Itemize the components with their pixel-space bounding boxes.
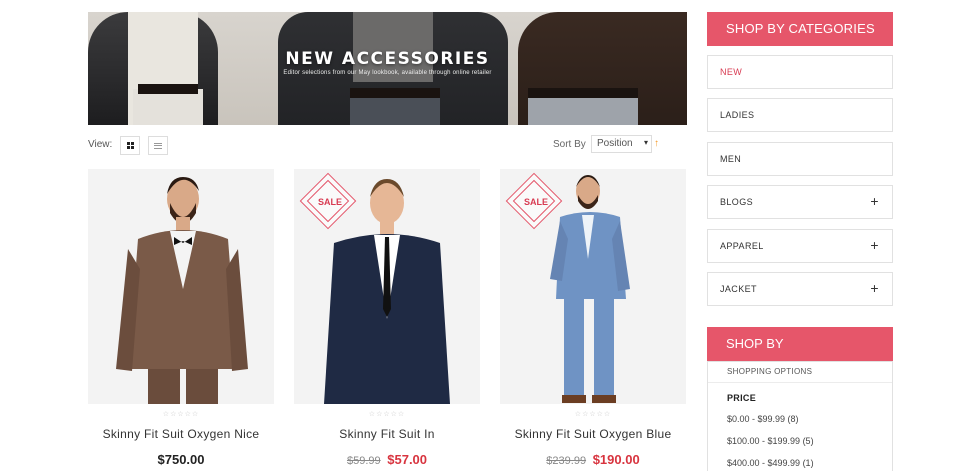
view-label: View:	[88, 139, 113, 150]
grid-view-button[interactable]	[120, 136, 140, 155]
grid-view-icon	[126, 142, 134, 149]
sort-by-value: Position	[597, 138, 633, 149]
expand-plus-icon[interactable]: +	[870, 194, 879, 208]
expand-plus-icon[interactable]: +	[870, 281, 879, 295]
category-label: MEN	[720, 154, 742, 164]
sale-label: SALE	[524, 197, 549, 207]
regular-price: $750.00	[157, 452, 205, 467]
category-item-jacket[interactable]: JACKET +	[707, 272, 893, 306]
arrow-up-icon[interactable]: ↑	[654, 138, 659, 149]
old-price: $239.99	[546, 455, 587, 467]
sale-label: SALE	[318, 197, 343, 207]
chevron-down-icon: ▾	[643, 138, 648, 147]
page: NEW ACCESSORIES Editor selections from o…	[0, 0, 980, 471]
category-item-men[interactable]: MEN	[707, 142, 893, 176]
banner-belt-left	[138, 84, 198, 94]
shop-by-panel: SHOPPING OPTIONS PRICE $0.00 - $99.99 (8…	[707, 361, 893, 471]
product-card[interactable]: SALE ☆☆☆☆☆ Skinny Fit Suit Oxygen Blue $…	[500, 169, 686, 467]
shopping-options-label: SHOPPING OPTIONS	[727, 367, 813, 376]
product-price: $239.99 $190.00	[500, 452, 686, 467]
category-label: BLOGS	[720, 197, 754, 207]
product-price: $59.99 $57.00	[294, 452, 480, 467]
product-image[interactable]: SALE	[294, 169, 480, 404]
sort-by-select[interactable]: Position ▾	[591, 135, 652, 153]
category-label: NEW	[720, 67, 743, 77]
category-item-ladies[interactable]: LADIES	[707, 98, 893, 132]
list-view-button[interactable]	[148, 136, 168, 155]
category-banner[interactable]: NEW ACCESSORIES Editor selections from o…	[88, 12, 687, 125]
banner-belt-center	[350, 88, 440, 98]
banner-title: NEW ACCESSORIES	[285, 49, 490, 69]
special-price: $57.00	[387, 452, 428, 467]
banner-trousers-left	[133, 89, 203, 125]
category-label: LADIES	[720, 110, 755, 120]
category-item-new[interactable]: NEW	[707, 55, 893, 89]
special-price: $190.00	[592, 452, 640, 467]
product-image[interactable]	[88, 169, 274, 404]
product-price: $750.00	[88, 452, 274, 467]
expand-plus-icon[interactable]: +	[870, 238, 879, 252]
banner-subtitle: Editor selections from our May lookbook,…	[283, 70, 492, 76]
product-rating: ☆☆☆☆☆	[162, 411, 200, 418]
product-rating: ☆☆☆☆☆	[368, 411, 406, 418]
price-filter-option[interactable]: $400.00 - $499.99 (1)	[727, 458, 814, 468]
category-item-apparel[interactable]: APPAREL +	[707, 229, 893, 263]
product-rating: ☆☆☆☆☆	[574, 411, 612, 418]
category-item-blogs[interactable]: BLOGS +	[707, 185, 893, 219]
category-label: JACKET	[720, 284, 757, 294]
list-view-icon	[154, 141, 162, 150]
price-filter-option[interactable]: $100.00 - $199.99 (5)	[727, 436, 814, 446]
product-name[interactable]: Skinny Fit Suit Oxygen Nice	[88, 427, 274, 441]
sort-by-label: Sort By	[553, 139, 586, 150]
divider	[708, 382, 892, 383]
category-label: APPAREL	[720, 241, 764, 251]
price-filter-label: PRICE	[727, 393, 757, 403]
old-price: $59.99	[346, 455, 381, 467]
product-name[interactable]: Skinny Fit Suit In	[294, 427, 480, 441]
product-card[interactable]: SALE ☆☆☆☆☆ Skinny Fit Suit In $59.99 $57…	[294, 169, 480, 467]
banner-belt-right	[528, 88, 638, 98]
shop-by-heading: SHOP BY	[707, 327, 893, 361]
shop-by-categories-heading: SHOP BY CATEGORIES	[707, 12, 893, 46]
product-name[interactable]: Skinny Fit Suit Oxygen Blue	[500, 427, 686, 441]
product-image[interactable]: SALE	[500, 169, 686, 404]
product-card[interactable]: ☆☆☆☆☆ Skinny Fit Suit Oxygen Nice $750.0…	[88, 169, 274, 467]
model-photo	[116, 177, 248, 404]
price-filter-option[interactable]: $0.00 - $99.99 (8)	[727, 414, 799, 424]
